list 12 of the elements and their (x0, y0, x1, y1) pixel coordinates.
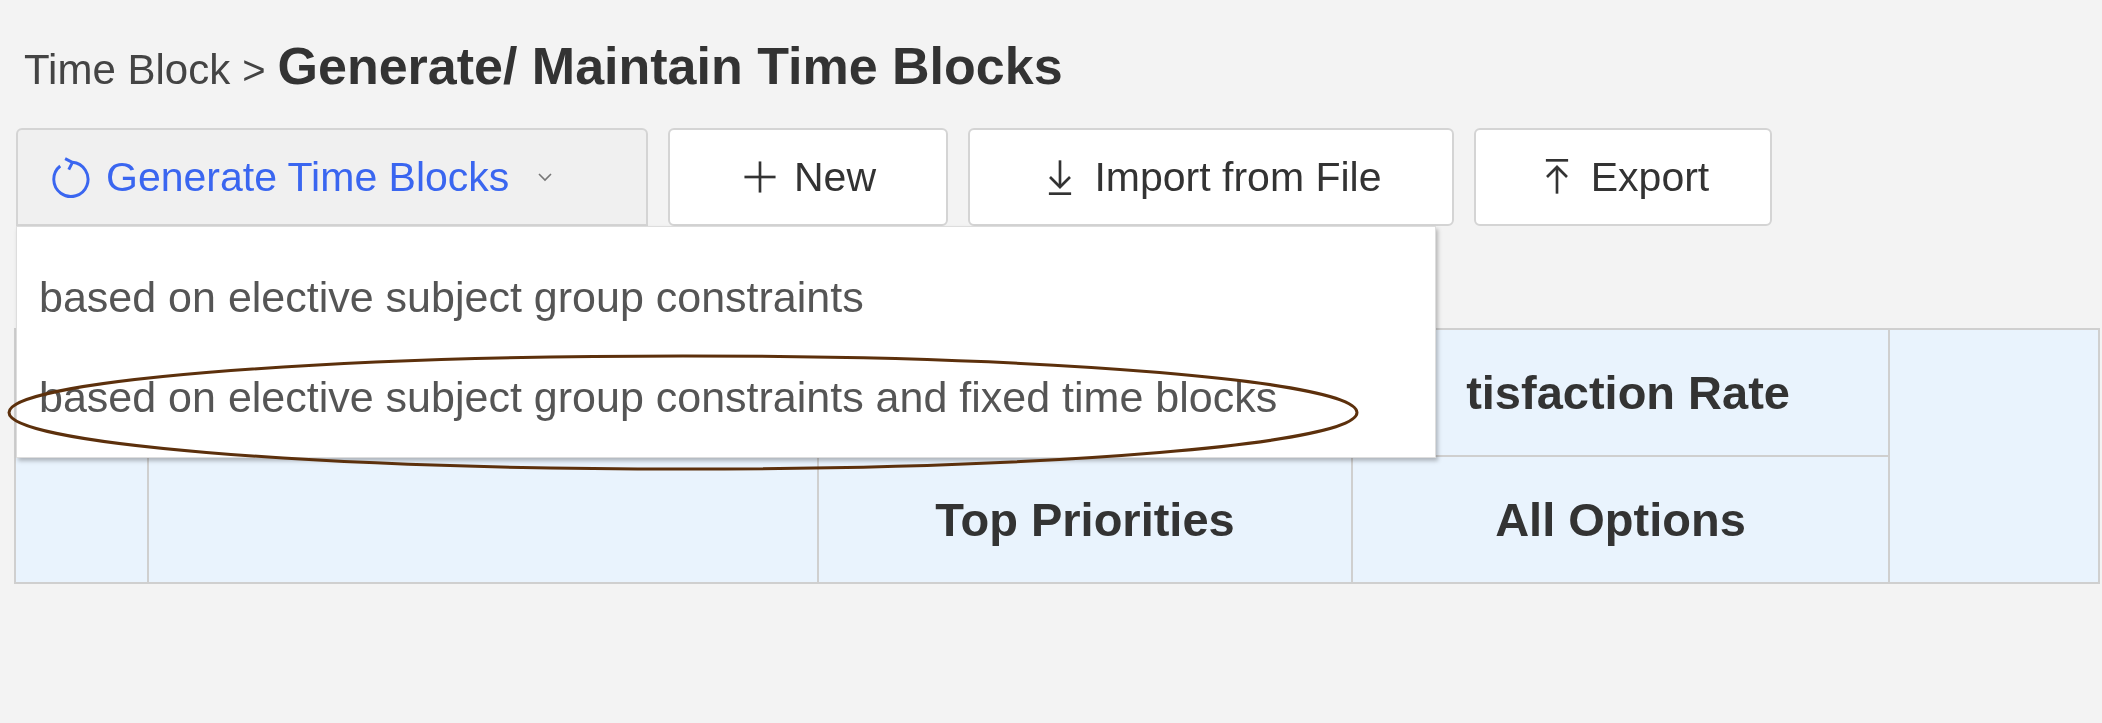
column-header: Top Priorities (819, 457, 1353, 582)
toolbar-button[interactable]: New (668, 128, 948, 226)
page-title: Generate/ Maintain Time Blocks (277, 36, 1063, 96)
breadcrumb-separator: > (242, 48, 266, 93)
breadcrumb-link[interactable]: Time Block (24, 46, 231, 94)
column-header: All Options (1353, 457, 1890, 582)
toolbar-button[interactable]: Export (1474, 128, 1772, 226)
toolbar-button[interactable]: Import from File (968, 128, 1454, 226)
caret-icon (537, 172, 554, 182)
dropdown-button[interactable]: Generate Time Blocks (16, 128, 648, 226)
menu-item[interactable]: based on elective subject group constraints and fixed time blocks (17, 347, 1435, 447)
menu-item[interactable]: based on elective subject group constraints (17, 247, 1435, 347)
